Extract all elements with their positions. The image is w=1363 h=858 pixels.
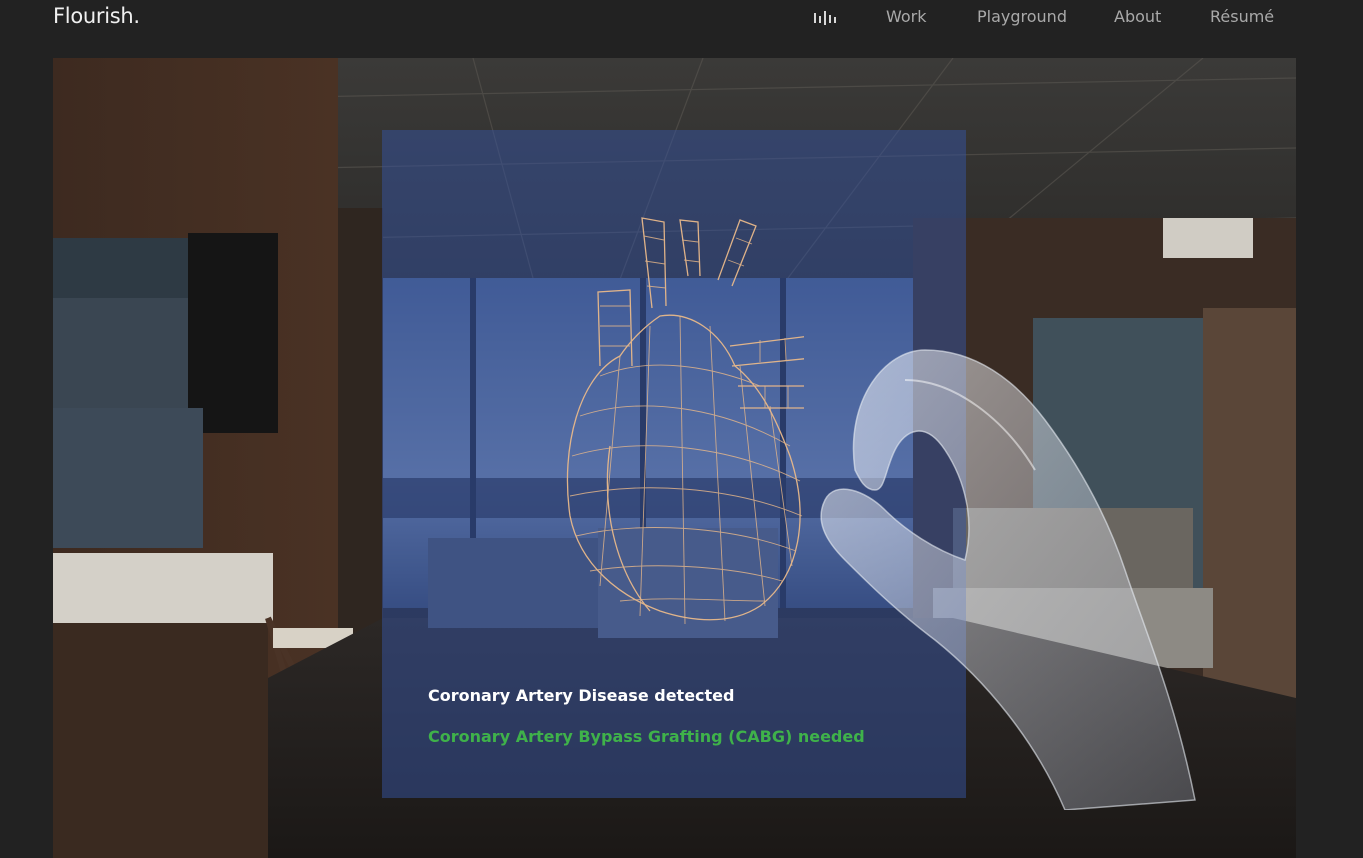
hand-icon (820, 349, 1196, 810)
nav-link-resume[interactable]: Résumé (1210, 7, 1274, 26)
heart-wireframe-icon (566, 217, 804, 625)
nav-link-playground[interactable]: Playground (977, 7, 1067, 26)
diagnosis-text: Coronary Artery Disease detected (428, 686, 735, 705)
hero-image: Coronary Artery Disease detected Coronar… (53, 58, 1296, 858)
brand-logo[interactable]: Flourish. (53, 4, 140, 28)
top-navigation-bar: Flourish. Work Playground About Résumé (0, 0, 1363, 40)
sound-wave-icon[interactable] (813, 10, 837, 25)
recommendation-text: Coronary Artery Bypass Grafting (CABG) n… (428, 727, 865, 746)
nav-link-about[interactable]: About (1114, 7, 1161, 26)
nav-link-work[interactable]: Work (886, 7, 927, 26)
